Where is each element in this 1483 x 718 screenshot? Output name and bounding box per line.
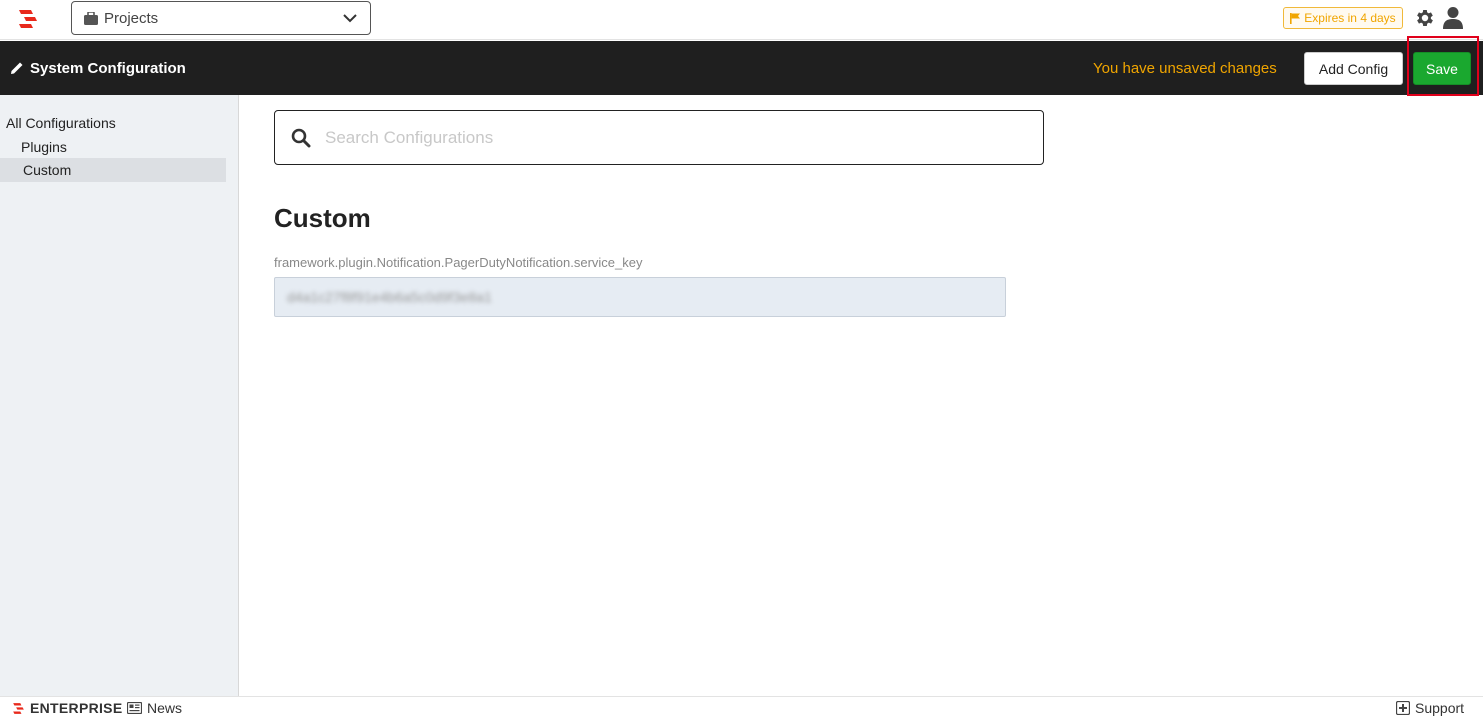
footer-enterprise-label: ENTERPRISE [30, 700, 123, 716]
chevron-down-icon [343, 14, 357, 23]
license-expiry-badge[interactable]: Expires in 4 days [1283, 7, 1403, 29]
top-navbar: Projects Expires in 4 days [0, 0, 1483, 40]
config-field-label: framework.plugin.Notification.PagerDutyN… [274, 255, 643, 270]
pencil-icon [11, 62, 23, 74]
app-logo-icon [13, 702, 24, 714]
briefcase-icon [84, 11, 98, 25]
support-icon [1396, 701, 1410, 715]
add-config-button[interactable]: Add Config [1304, 52, 1403, 85]
projects-dropdown[interactable]: Projects [71, 1, 371, 35]
search-icon [291, 128, 311, 148]
save-button[interactable]: Save [1413, 52, 1471, 85]
sidebar-item-all-configurations[interactable]: All Configurations [6, 115, 116, 131]
page-title: System Configuration [30, 59, 186, 77]
flag-icon [1290, 12, 1301, 24]
footer-news-link[interactable]: News [127, 700, 182, 716]
unsaved-changes-text: You have unsaved changes [1093, 60, 1277, 77]
page-title-group: System Configuration [10, 41, 186, 95]
footer-enterprise[interactable]: ENTERPRISE [12, 700, 122, 716]
page-header: System Configuration You have unsaved ch… [0, 41, 1483, 95]
app-logo-icon[interactable] [17, 8, 39, 30]
search-configurations-box[interactable] [274, 110, 1044, 165]
newspaper-icon [127, 702, 142, 714]
footer-support-label: Support [1415, 700, 1465, 716]
projects-dropdown-label: Projects [104, 9, 159, 27]
config-field-container [274, 277, 1006, 317]
gear-icon[interactable] [1414, 7, 1436, 29]
service-key-input[interactable] [287, 278, 1005, 316]
search-input[interactable] [325, 121, 1025, 155]
user-icon[interactable] [1442, 6, 1464, 30]
footer-news-label: News [147, 700, 183, 716]
footer-bar: ENTERPRISE News Support [0, 696, 1483, 718]
sidebar-item-custom[interactable]: Custom [0, 158, 226, 182]
license-expiry-text: Expires in 4 days [1304, 11, 1396, 25]
section-title: Custom [274, 203, 371, 233]
config-sidebar: All Configurations Plugins Custom [0, 95, 239, 696]
sidebar-item-plugins[interactable]: Plugins [21, 139, 67, 155]
footer-support-link[interactable]: Support [1396, 700, 1464, 716]
